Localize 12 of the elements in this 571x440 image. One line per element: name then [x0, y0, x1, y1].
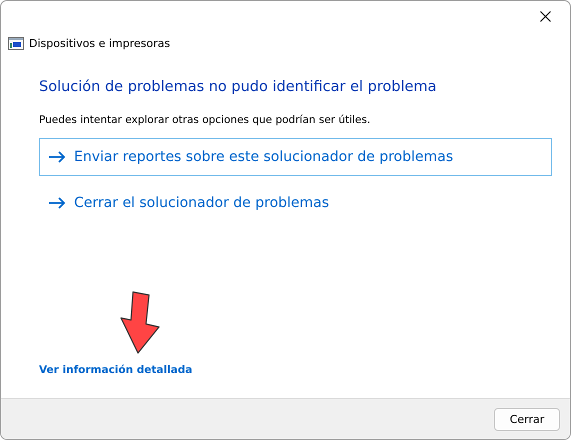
- option-link[interactable]: Enviar reportes sobre este solucionador de problemas: [39, 138, 552, 176]
- heading: Solución de problemas no pudo identificar el problema: [39, 79, 438, 95]
- arrow-right-icon: [48, 197, 66, 209]
- devices-icon: [8, 37, 24, 50]
- arrow-right-icon: [48, 151, 66, 163]
- annotation-arrow-icon: [120, 291, 160, 354]
- intro-text: Puedes intentar explorar otras opciones que podrían ser útiles.: [39, 114, 372, 126]
- close-icon: [540, 10, 550, 22]
- close-dialog-button[interactable]: Cerrar: [494, 408, 560, 430]
- details-link[interactable]: Ver información detallada: [39, 364, 192, 376]
- window-title: Dispositivos e impresoras: [29, 37, 170, 50]
- option-link[interactable]: Cerrar el solucionador de problemas: [39, 184, 552, 222]
